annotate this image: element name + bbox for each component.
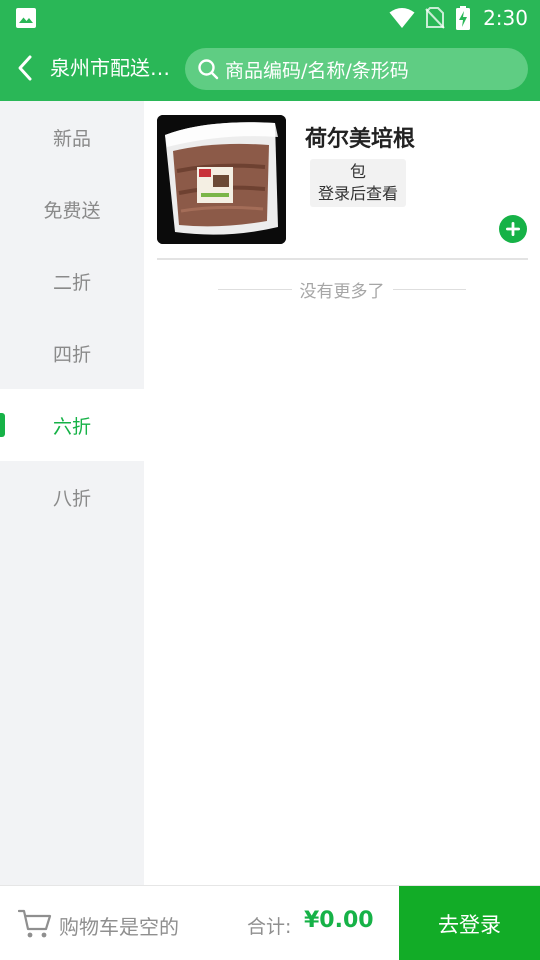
back-icon[interactable] — [10, 52, 42, 84]
list-end-text: 没有更多了 — [299, 282, 385, 302]
list-end-indicator: 没有更多了 — [218, 277, 466, 302]
header: 泉州市配送… 商品编码/名称/条形码 — [0, 36, 540, 101]
category-item-60-percent[interactable]: 六折 — [0, 389, 144, 461]
status-bar: 2:30 — [0, 0, 540, 36]
category-label: 二折 — [52, 271, 91, 294]
battery-charging-icon — [456, 6, 471, 30]
add-to-cart-icon[interactable] — [499, 215, 527, 243]
gallery-icon — [16, 8, 36, 28]
category-label: 四折 — [52, 343, 91, 366]
packaged-bacon-photo — [157, 115, 286, 244]
category-label: 免费送 — [43, 199, 101, 222]
category-label: 六折 — [52, 415, 91, 438]
product-unit: 包 — [349, 162, 366, 181]
product-name[interactable]: 荷尔美培根 — [305, 121, 415, 153]
category-item-20-percent[interactable]: 二折 — [0, 245, 144, 317]
product-image[interactable] — [157, 115, 286, 244]
end-line-left — [218, 289, 292, 290]
login-button[interactable]: 去登录 — [399, 886, 540, 960]
product-price-hint: 登录后查看 — [317, 184, 398, 203]
status-time: 2:30 — [483, 6, 528, 30]
category-item-new[interactable]: 新品 — [0, 101, 144, 173]
total-label: 合计: — [247, 916, 292, 938]
divider — [157, 258, 528, 260]
end-line-right — [392, 289, 466, 290]
product-unit-tag: 包 登录后查看 — [310, 159, 406, 207]
bottom-cart-bar: 购物车是空的 合计: ¥0.00 去登录 — [0, 885, 540, 960]
cart-icon[interactable] — [18, 908, 52, 940]
product-list: 荷尔美培根 包 登录后查看 没有更多了 — [144, 101, 540, 885]
active-indicator — [0, 413, 5, 437]
category-item-80-percent[interactable]: 八折 — [0, 461, 144, 533]
category-sidebar: 新品 免费送 二折 四折 六折 八折 — [0, 101, 144, 885]
search-bar[interactable]: 商品编码/名称/条形码 — [185, 48, 528, 90]
category-label: 新品 — [52, 127, 91, 150]
search-placeholder: 商品编码/名称/条形码 — [225, 59, 409, 82]
cart-empty-text: 购物车是空的 — [59, 915, 179, 939]
total-value: ¥0.00 — [304, 908, 374, 933]
category-item-40-percent[interactable]: 四折 — [0, 317, 144, 389]
no-sim-icon — [425, 7, 445, 29]
wifi-icon — [389, 8, 415, 28]
category-label: 八折 — [52, 487, 91, 510]
search-icon — [198, 59, 219, 80]
city-selector[interactable]: 泉州市配送… — [50, 54, 178, 82]
category-item-free-delivery[interactable]: 免费送 — [0, 173, 144, 245]
